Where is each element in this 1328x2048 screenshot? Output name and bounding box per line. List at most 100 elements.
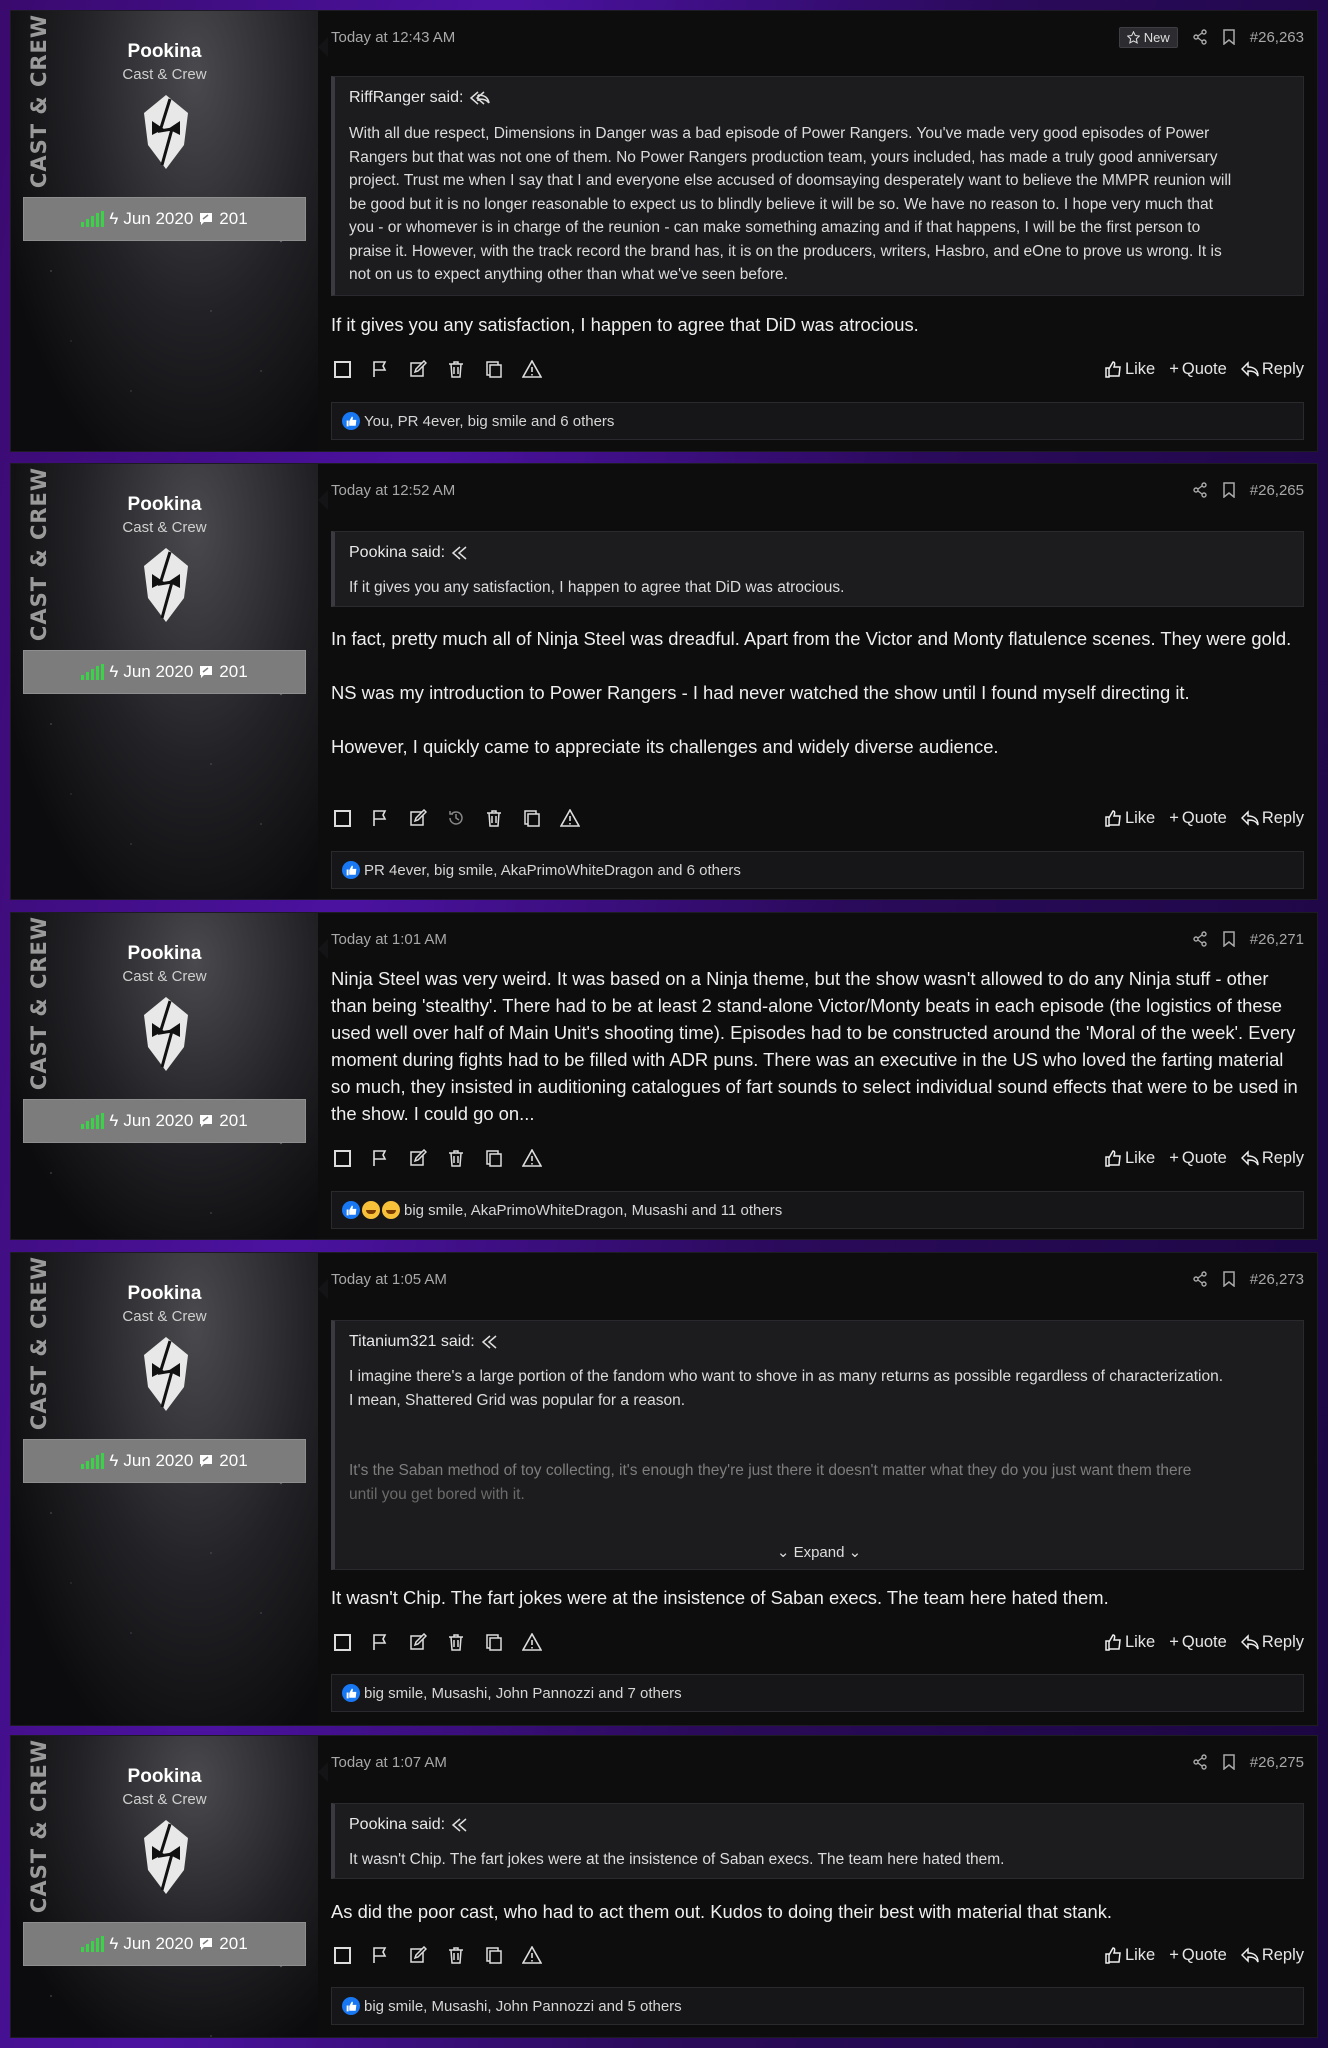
trash-icon[interactable] (445, 1631, 467, 1653)
expand-button[interactable]: ⌄ Expand ⌄ (335, 1543, 1303, 1561)
plus-icon: + (1169, 1945, 1179, 1964)
likes-summary[interactable]: PR 4ever, big smile, AkaPrimoWhiteDragon… (331, 851, 1304, 889)
copy-icon[interactable] (483, 1631, 505, 1653)
quote-arrow-icon[interactable] (469, 90, 491, 106)
thumbs-up-icon (1105, 1149, 1122, 1167)
edit-icon[interactable] (407, 1944, 429, 1966)
trash-icon[interactable] (445, 1944, 467, 1966)
warning-icon[interactable] (521, 358, 543, 380)
edit-icon[interactable] (407, 1631, 429, 1653)
user-title: Cast & Crew (122, 66, 207, 83)
trash-icon[interactable] (445, 1147, 467, 1169)
warning-icon[interactable] (521, 1944, 543, 1966)
like-button[interactable]: Like (1105, 1946, 1155, 1965)
checkbox-icon[interactable] (331, 1944, 353, 1966)
warning-icon[interactable] (521, 1631, 543, 1653)
reply-button[interactable]: Reply (1240, 1149, 1304, 1168)
post-number[interactable]: #26,275 (1250, 1754, 1304, 1771)
reply-button[interactable]: Reply (1240, 809, 1304, 828)
flag-icon[interactable] (369, 1631, 391, 1653)
edit-icon[interactable] (407, 358, 429, 380)
bookmark-icon[interactable] (1222, 482, 1236, 498)
avatar[interactable] (138, 91, 194, 173)
thumbs-up-icon (342, 1997, 360, 2015)
post-number[interactable]: #26,263 (1250, 29, 1304, 46)
quote-author[interactable]: RiffRanger said: (349, 89, 463, 107)
likes-summary[interactable]: You, PR 4ever, big smile and 6 others (331, 402, 1304, 440)
warning-icon[interactable] (521, 1147, 543, 1169)
like-button[interactable]: Like (1105, 1633, 1155, 1652)
quote-block: Pookina said: It wasn't Chip. The fart j… (331, 1803, 1304, 1879)
post-number[interactable]: #26,265 (1250, 482, 1304, 499)
share-icon[interactable] (1192, 1754, 1208, 1770)
reply-button[interactable]: Reply (1240, 360, 1304, 379)
reply-button[interactable]: Reply (1240, 1633, 1304, 1652)
post-number[interactable]: #26,273 (1250, 1271, 1304, 1288)
post-time[interactable]: Today at 12:43 AM (331, 29, 1119, 46)
flag-icon[interactable] (369, 1944, 391, 1966)
username-link[interactable]: Pookina (11, 494, 318, 516)
share-icon[interactable] (1192, 29, 1208, 45)
copy-icon[interactable] (483, 1944, 505, 1966)
post-time[interactable]: Today at 1:07 AM (331, 1754, 1192, 1771)
copy-icon[interactable] (521, 807, 543, 829)
checkbox-icon[interactable] (331, 1147, 353, 1169)
avatar[interactable] (138, 1333, 194, 1415)
quote-arrow-icon[interactable] (451, 545, 473, 561)
trash-icon[interactable] (445, 358, 467, 380)
quote-arrow-icon[interactable] (481, 1334, 503, 1350)
bookmark-icon[interactable] (1222, 931, 1236, 947)
post-time[interactable]: Today at 1:05 AM (331, 1271, 1192, 1288)
quote-author[interactable]: Pookina said: (349, 1816, 445, 1834)
post-time[interactable]: Today at 12:52 AM (331, 482, 1192, 499)
quote-button[interactable]: + Quote (1169, 809, 1227, 828)
flag-icon[interactable] (369, 358, 391, 380)
quote-button[interactable]: + Quote (1169, 1149, 1227, 1168)
checkbox-icon[interactable] (331, 1631, 353, 1653)
warning-icon[interactable] (559, 807, 581, 829)
likes-summary[interactable]: big smile, Musashi, John Pannozzi and 5 … (331, 1987, 1304, 2025)
quote-author[interactable]: Titanium321 said: (349, 1333, 475, 1351)
share-icon[interactable] (1192, 931, 1208, 947)
like-button[interactable]: Like (1105, 809, 1155, 828)
flag-icon[interactable] (369, 807, 391, 829)
like-button[interactable]: Like (1105, 360, 1155, 379)
quote-button[interactable]: + Quote (1169, 1946, 1227, 1965)
bookmark-icon[interactable] (1222, 1754, 1236, 1770)
checkbox-icon[interactable] (331, 807, 353, 829)
avatar[interactable] (138, 544, 194, 626)
likes-summary[interactable]: big smile, Musashi, John Pannozzi and 7 … (331, 1674, 1304, 1712)
speech-bubble-icon (198, 1936, 214, 1952)
username-link[interactable]: Pookina (11, 1766, 318, 1788)
username-link[interactable]: Pookina (11, 1283, 318, 1305)
copy-icon[interactable] (483, 358, 505, 380)
quote-author[interactable]: Pookina said: (349, 544, 445, 562)
share-icon[interactable] (1192, 1271, 1208, 1287)
avatar[interactable] (138, 1816, 194, 1898)
flag-icon[interactable] (369, 1147, 391, 1169)
username-link[interactable]: Pookina (11, 41, 318, 63)
reply-button[interactable]: Reply (1240, 1946, 1304, 1965)
likes-summary[interactable]: big smile, AkaPrimoWhiteDragon, Musashi … (331, 1191, 1304, 1229)
history-icon[interactable] (445, 807, 467, 829)
quote-arrow-icon[interactable] (451, 1817, 473, 1833)
quote-button[interactable]: + Quote (1169, 360, 1227, 379)
post: CAST & CREW Pookina Cast & Crew ϟ Jun 20… (10, 1252, 1318, 1726)
bookmark-icon[interactable] (1222, 29, 1236, 45)
quote-button[interactable]: + Quote (1169, 1633, 1227, 1652)
username-link[interactable]: Pookina (11, 943, 318, 965)
avatar[interactable] (138, 993, 194, 1075)
post-number[interactable]: #26,271 (1250, 931, 1304, 948)
checkbox-icon[interactable] (331, 358, 353, 380)
like-button[interactable]: Like (1105, 1149, 1155, 1168)
share-icon[interactable] (1192, 482, 1208, 498)
bookmark-icon[interactable] (1222, 1271, 1236, 1287)
edit-icon[interactable] (407, 807, 429, 829)
trash-icon[interactable] (483, 807, 505, 829)
join-date: Jun 2020 (123, 662, 194, 681)
copy-icon[interactable] (483, 1147, 505, 1169)
edit-icon[interactable] (407, 1147, 429, 1169)
quote-text: With all due respect, Dimensions in Dang… (349, 125, 1232, 283)
plus-icon: + (1169, 359, 1179, 378)
post-time[interactable]: Today at 1:01 AM (331, 931, 1192, 948)
